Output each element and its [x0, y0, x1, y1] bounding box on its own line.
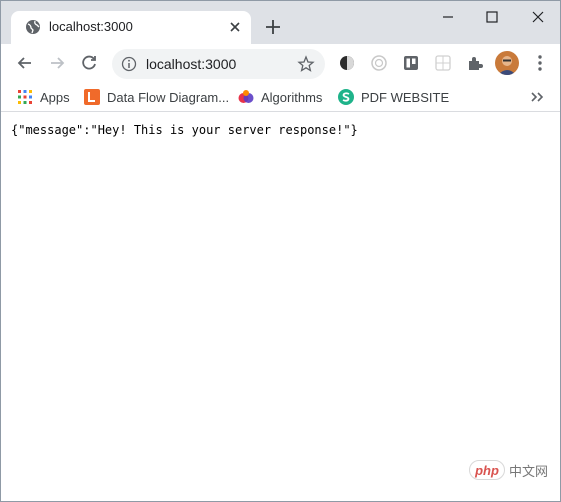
- new-tab-icon[interactable]: [264, 18, 282, 36]
- bookmark-apps[interactable]: Apps: [17, 86, 70, 108]
- bookmark-label: Data Flow Diagram...: [107, 89, 230, 105]
- bookmark-data-flow-diagram[interactable]: Data Flow Diagram...: [84, 86, 229, 108]
- address-bar[interactable]: localhost:3000: [112, 49, 325, 79]
- watermark: php 中文网: [469, 459, 555, 481]
- tab-close-icon[interactable]: [227, 19, 243, 35]
- globe-icon: [26, 20, 40, 34]
- url-text: localhost:3000: [146, 56, 237, 72]
- active-tab[interactable]: localhost:3000: [11, 11, 251, 44]
- toolbar: localhost:3000: [1, 44, 560, 82]
- dark-reader-icon[interactable]: [337, 53, 357, 73]
- algorithms-icon: [238, 90, 254, 103]
- trello-icon[interactable]: [401, 53, 421, 73]
- bookmarks-bar: Apps Data Flow Diagram... Algorithms PDF…: [1, 82, 560, 112]
- bookmark-label: Algorithms: [261, 89, 323, 105]
- window-close-icon[interactable]: [528, 7, 548, 27]
- server-response-text: {"message":"Hey! This is your server res…: [11, 123, 358, 137]
- bookmark-label: Apps: [40, 89, 70, 105]
- avatar-image: [495, 51, 519, 75]
- minimize-icon[interactable]: [438, 7, 458, 27]
- browser-window: localhost:3000 localhost:3000 Apps Data …: [0, 0, 561, 502]
- maximize-icon[interactable]: [482, 7, 502, 27]
- reload-icon[interactable]: [79, 53, 99, 73]
- bookmark-label: PDF WEBSITE: [361, 89, 450, 105]
- apps-grid-icon: [18, 90, 32, 104]
- tab-strip: localhost:3000: [1, 1, 560, 44]
- dfd-icon: [84, 89, 100, 105]
- page-content: {"message":"Hey! This is your server res…: [1, 113, 560, 501]
- bookmark-star-icon[interactable]: [297, 55, 315, 73]
- watermark-logo: php: [469, 460, 505, 480]
- menu-dots-icon[interactable]: [531, 53, 549, 73]
- chevron-double-right-icon[interactable]: [528, 87, 546, 107]
- forward-arrow-icon[interactable]: [47, 53, 67, 73]
- bookmark-algorithms[interactable]: Algorithms: [238, 86, 322, 108]
- tab-title: localhost:3000: [49, 19, 133, 34]
- profile-avatar[interactable]: [495, 51, 519, 75]
- watermark-text: 中文网: [509, 463, 549, 479]
- back-arrow-icon[interactable]: [15, 53, 35, 73]
- pdf-website-icon: [338, 89, 354, 105]
- info-icon[interactable]: [121, 56, 137, 72]
- bookmark-pdf-website[interactable]: PDF WEBSITE: [338, 86, 449, 108]
- extension-circle-icon[interactable]: [369, 53, 389, 73]
- puzzle-icon[interactable]: [465, 53, 485, 73]
- grid-extension-icon[interactable]: [433, 53, 453, 73]
